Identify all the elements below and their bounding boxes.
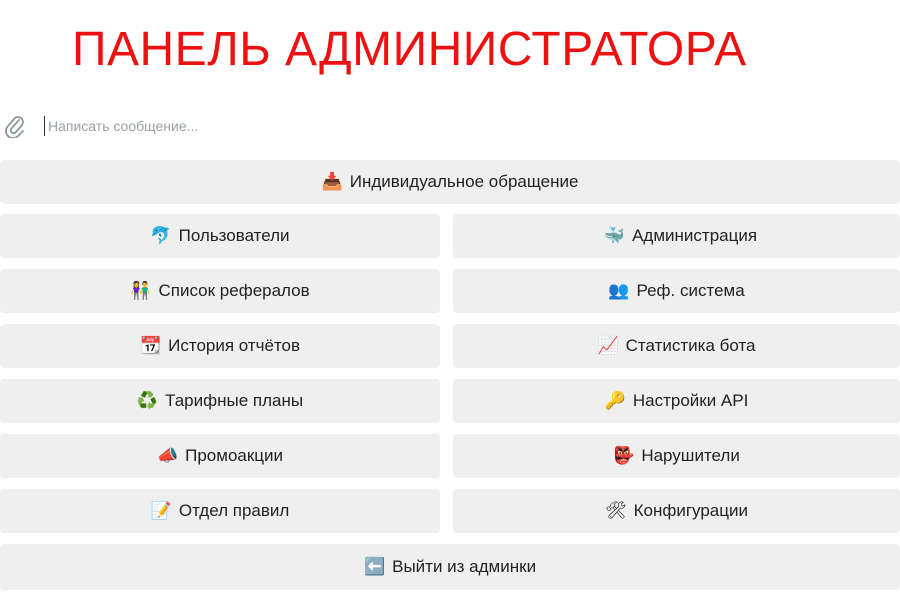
chart-increasing-icon: 📈 [597,336,619,355]
key-icon: 🔑 [604,391,626,410]
tariff-plans-button[interactable]: ♻️ Тарифные планы [0,379,440,423]
individual-request-button[interactable]: 📥 Индивидуальное обращение [0,160,900,204]
referrals-list-label: Список рефералов [158,281,310,300]
paperclip-icon[interactable] [4,114,26,139]
dolphin-icon: 🐬 [150,226,172,245]
exit-admin-button[interactable]: ⬅️ Выйти из админки [0,544,900,590]
recycle-icon: ♻️ [136,391,159,410]
reports-history-label: История отчётов [168,336,301,355]
inbox-tray-icon: 📥 [321,172,343,191]
reports-history-button[interactable]: 📆 История отчётов [0,324,440,368]
users-button[interactable]: 🐬 Пользователи [0,214,440,258]
megaphone-icon: 📣 [156,446,179,465]
api-settings-label: Настройки API [632,391,749,410]
couple-icon: 👫 [130,281,152,300]
rules-department-label: Отдел правил [178,501,290,520]
administration-label: Администрация [632,226,758,245]
promotions-label: Промоакции [185,446,284,465]
promotions-button[interactable]: 📣 Промоакции [0,434,440,478]
message-composer [0,106,900,146]
goblin-mask-icon: 👺 [613,446,635,465]
ref-system-label: Реф. система [636,281,745,300]
text-caret [44,116,45,136]
rules-department-button[interactable]: 📝 Отдел правил [0,489,440,533]
configurations-button[interactable]: 🛠 Конфигурации [453,489,900,533]
back-arrow-icon: ⬅️ [363,557,386,576]
memo-icon: 📝 [150,501,172,520]
referrals-list-button[interactable]: 👫 Список рефералов [0,269,440,313]
configurations-label: Конфигурации [633,501,748,520]
violators-label: Нарушители [641,446,740,465]
ref-system-button[interactable]: 👥 Реф. система [453,269,900,313]
tariff-plans-label: Тарифные планы [165,391,304,410]
whale-icon: 🐳 [603,226,626,245]
bot-stats-label: Статистика бота [625,336,756,355]
hammer-wrench-icon: 🛠 [605,501,627,520]
message-input[interactable] [48,114,868,138]
exit-admin-label: Выйти из админки [392,557,537,576]
users-label: Пользователи [178,226,290,245]
violators-button[interactable]: 👺 Нарушители [453,434,900,478]
api-settings-button[interactable]: 🔑 Настройки API [453,379,900,423]
page-title: ПАНЕЛЬ АДМИНИСТРАТОРА [72,23,747,76]
administration-button[interactable]: 🐳 Администрация [453,214,900,258]
bot-stats-button[interactable]: 📈 Статистика бота [453,324,900,368]
individual-request-label: Индивидуальное обращение [349,172,579,191]
calendar-icon: 📆 [139,336,162,355]
busts-icon: 👥 [608,281,630,300]
